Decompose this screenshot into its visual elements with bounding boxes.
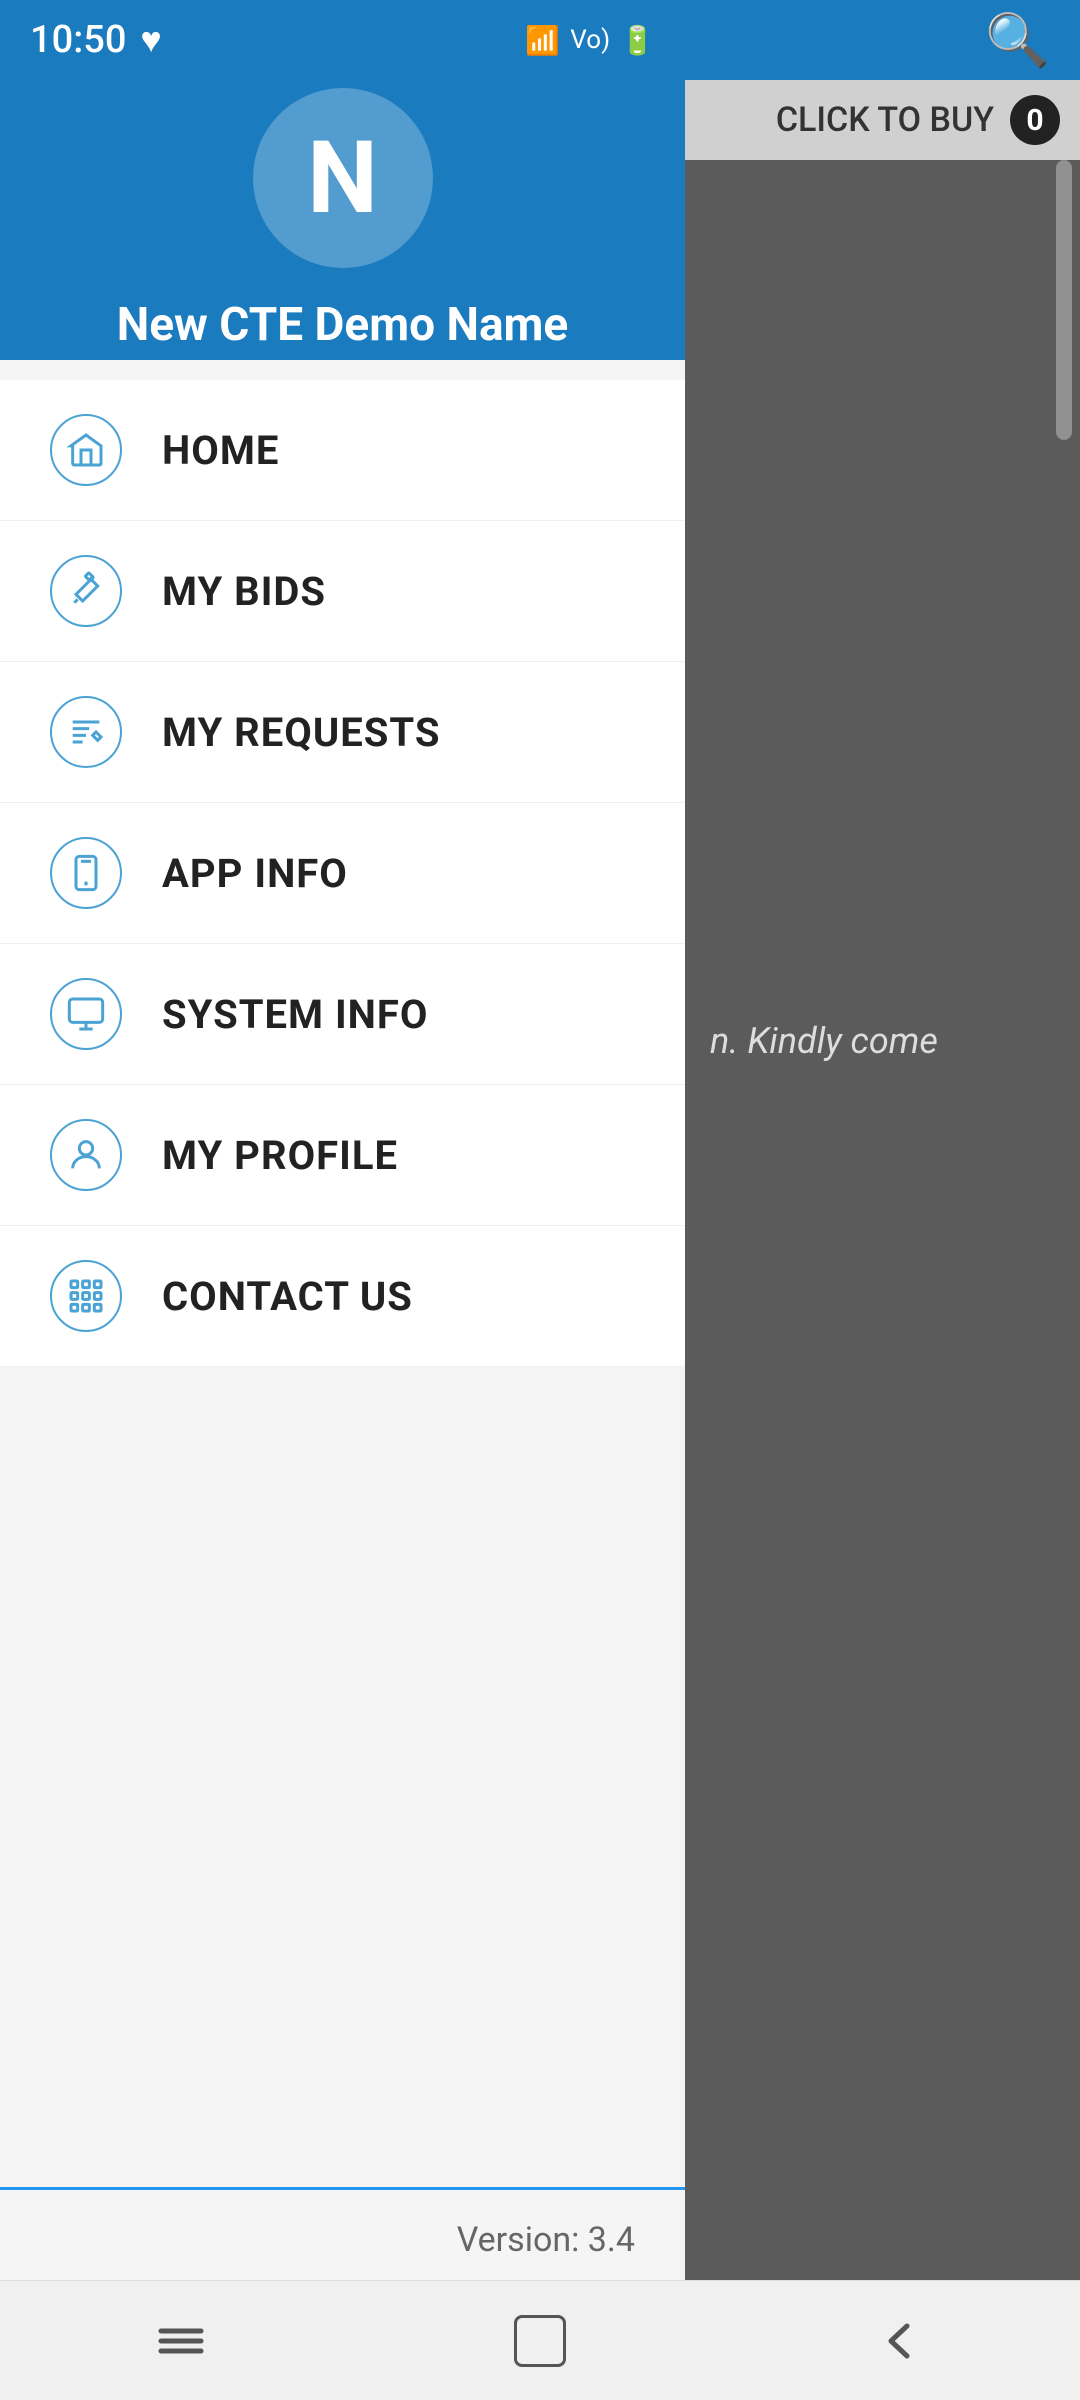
nav-home-button[interactable] <box>514 2315 566 2367</box>
drawer-menu: HOME MY BIDS MY REQUESTS <box>0 360 685 2187</box>
version-text: Version: 3.4 <box>457 2220 635 2260</box>
bottom-nav <box>0 2280 1080 2400</box>
scroll-bar[interactable] <box>1056 160 1072 440</box>
sidebar-item-my-profile[interactable]: MY PROFILE <box>0 1085 685 1226</box>
edit-icon <box>66 712 106 752</box>
system-info-icon-circle <box>50 978 122 1050</box>
system-info-label: SYSTEM INFO <box>162 991 428 1038</box>
phone-icon <box>66 853 106 893</box>
wifi-icon: 📶 <box>525 24 560 57</box>
click-to-buy-bar[interactable]: CLICK TO BUY 0 <box>680 80 1080 160</box>
nav-square-icon <box>514 2315 566 2367</box>
avatar-letter: N <box>307 120 378 237</box>
profile-icon-circle <box>50 1119 122 1191</box>
requests-icon-circle <box>50 696 122 768</box>
clock-display: 10:50 <box>30 18 126 62</box>
battery-icon: 🔋 <box>620 24 655 57</box>
avatar: N <box>253 88 433 268</box>
app-info-label: APP INFO <box>162 850 348 897</box>
click-to-buy-label: CLICK TO BUY <box>776 100 994 140</box>
profile-label: MY PROFILE <box>162 1132 398 1179</box>
home-icon-circle <box>50 414 122 486</box>
drawer: 10:50 ♥ 📶 Vo) 🔋 N New CTE Demo Name HOME <box>0 0 685 2400</box>
right-overlay: 🔍 CLICK TO BUY 0 n. Kindly come <box>680 0 1080 2400</box>
right-panel-header: 🔍 <box>680 0 1080 80</box>
hammer-icon <box>66 571 106 611</box>
bids-icon-circle <box>50 555 122 627</box>
grid-phone-icon <box>66 1276 106 1316</box>
contact-label: CONTACT US <box>162 1273 413 1320</box>
status-time-area: 10:50 ♥ <box>30 18 162 62</box>
bids-label: MY BIDS <box>162 568 326 615</box>
right-body-text: n. Kindly come <box>710 1020 938 1062</box>
home-icon <box>66 430 106 470</box>
sidebar-item-contact-us[interactable]: CONTACT US <box>0 1226 685 1367</box>
sidebar-item-app-info[interactable]: APP INFO <box>0 803 685 944</box>
status-bar: 10:50 ♥ 📶 Vo) 🔋 <box>0 0 685 80</box>
app-info-icon-circle <box>50 837 122 909</box>
sidebar-item-my-requests[interactable]: MY REQUESTS <box>0 662 685 803</box>
search-icon[interactable]: 🔍 <box>985 10 1050 71</box>
version-bar: Version: 3.4 <box>0 2187 685 2290</box>
home-label: HOME <box>162 427 279 474</box>
monitor-icon <box>66 994 106 1034</box>
cart-badge: 0 <box>1010 95 1060 145</box>
sidebar-item-home[interactable]: HOME <box>0 380 685 521</box>
sidebar-item-system-info[interactable]: SYSTEM INFO <box>0 944 685 1085</box>
nav-menu-button[interactable] <box>151 2311 211 2371</box>
requests-label: MY REQUESTS <box>162 709 440 756</box>
contact-icon-circle <box>50 1260 122 1332</box>
user-name: New CTE Demo Name <box>117 298 569 352</box>
heart-icon: ♥ <box>140 19 161 61</box>
status-icons: 📶 Vo) 🔋 <box>525 24 655 57</box>
sidebar-item-my-bids[interactable]: MY BIDS <box>0 521 685 662</box>
user-icon <box>66 1135 106 1175</box>
signal-icon: Vo) <box>570 25 610 55</box>
nav-back-button[interactable] <box>869 2311 929 2371</box>
